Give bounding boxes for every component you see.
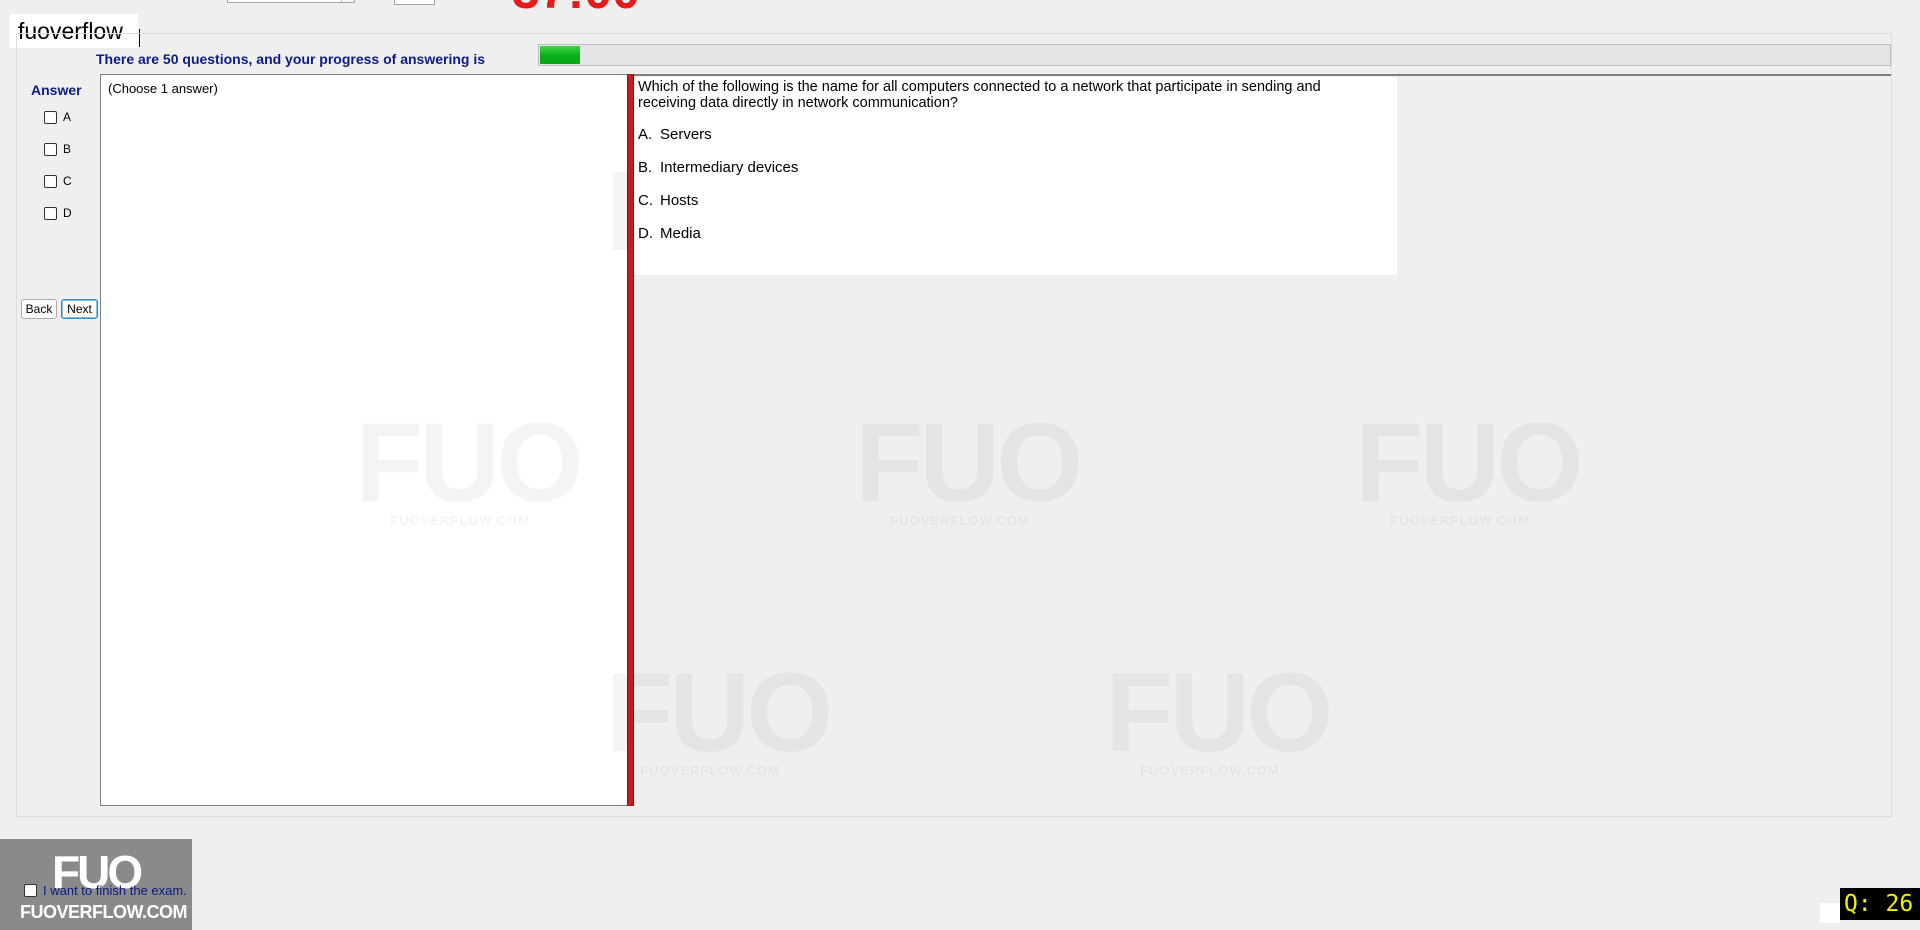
question-text: Which of the following is the name for a… xyxy=(638,79,1321,111)
choice-letter: A. xyxy=(638,126,653,143)
progress-bar xyxy=(538,44,1891,66)
countdown-timer: 37:00 xyxy=(512,0,640,16)
answer-option-d[interactable]: D xyxy=(44,205,72,221)
finish-exam-label: I want to finish the exam. xyxy=(43,883,187,898)
choice-text: Intermediary devices xyxy=(660,159,799,176)
answer-option-a[interactable]: A xyxy=(44,109,71,125)
choose-hint: (Choose 1 answer) xyxy=(108,81,218,96)
choice-a: A. Servers xyxy=(638,126,712,143)
answer-option-label: D xyxy=(63,206,72,220)
logo-word: FUOVERFLOW.COM xyxy=(20,902,188,922)
choice-c: C. Hosts xyxy=(638,192,698,209)
answer-option-label: A xyxy=(63,110,72,124)
question-box: Which of the following is the name for a… xyxy=(634,77,1397,275)
answer-option-label: B xyxy=(63,142,72,156)
progress-fill xyxy=(540,46,580,64)
checkbox-icon[interactable] xyxy=(44,206,57,220)
question-counter: Q: 26 xyxy=(1840,888,1920,920)
choice-b: B. Intermediary devices xyxy=(638,159,798,176)
chevron-down-icon[interactable] xyxy=(341,0,354,2)
answer-option-label: C xyxy=(63,174,72,188)
answer-option-c[interactable]: C xyxy=(44,173,72,189)
choice-text: Media xyxy=(660,225,701,242)
choice-letter: C. xyxy=(638,192,653,209)
checkbox-icon[interactable] xyxy=(44,142,57,156)
answer-option-b[interactable]: B xyxy=(44,141,71,157)
choice-letter: B. xyxy=(638,159,653,176)
progress-label: There are 50 questions, and your progres… xyxy=(96,51,485,67)
checkbox-icon[interactable] xyxy=(24,884,37,897)
choice-letter: D. xyxy=(638,225,653,242)
exam-code-combobox[interactable] xyxy=(227,0,355,3)
choice-text: Servers xyxy=(660,126,712,143)
answer-title: Answer xyxy=(31,82,82,98)
next-button[interactable]: Next xyxy=(61,299,98,319)
back-button[interactable]: Back xyxy=(21,299,57,319)
answer-text-pane[interactable]: (Choose 1 answer) xyxy=(100,74,628,806)
finish-exam-checkbox[interactable]: I want to finish the exam. xyxy=(24,883,187,898)
choice-text: Hosts xyxy=(660,192,699,209)
font-size-spinner[interactable] xyxy=(394,0,435,5)
checkbox-icon[interactable] xyxy=(44,110,57,124)
counter-gap xyxy=(1820,903,1840,923)
choice-d: D. Media xyxy=(638,225,701,242)
pane-splitter[interactable] xyxy=(627,74,634,806)
checkbox-icon[interactable] xyxy=(44,174,57,188)
